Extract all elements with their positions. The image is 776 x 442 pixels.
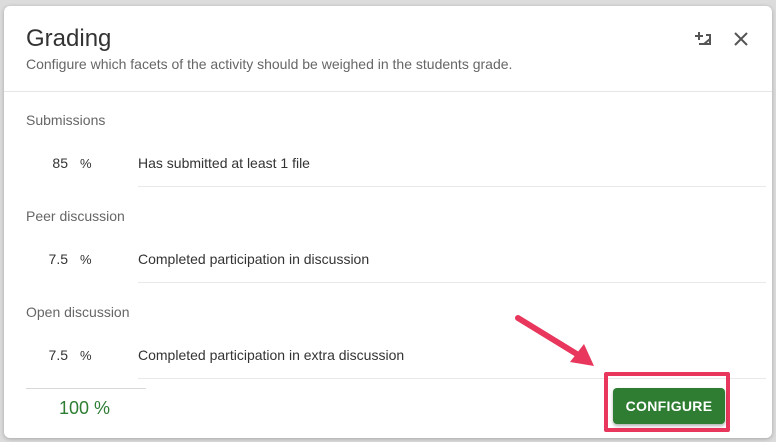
percent-sign: % (80, 252, 92, 267)
section-label-submissions: Submissions (26, 112, 106, 128)
facet-description: Completed participation in extra discuss… (138, 347, 405, 363)
dialog-subtitle: Configure which facets of the activity s… (26, 56, 513, 72)
close-icon[interactable] (728, 26, 754, 52)
percent-sign: % (80, 348, 92, 363)
percent-sign: % (80, 156, 92, 171)
facet-description: Has submitted at least 1 file (138, 155, 310, 171)
row-divider (138, 186, 766, 187)
weight-input[interactable]: 7.5 (26, 251, 68, 267)
facet-row-peer-discussion: 7.5 % Completed participation in discuss… (26, 237, 766, 283)
section-label-peer-discussion: Peer discussion (26, 208, 125, 224)
row-divider (138, 282, 766, 283)
configure-button[interactable]: CONFIGURE (613, 388, 725, 424)
annotation-arrow-icon (515, 315, 594, 366)
total-weight: 100 % (59, 398, 111, 418)
dialog-title: Grading (26, 25, 112, 52)
facet-description: Completed participation in discussion (138, 251, 370, 267)
dialog-header: Grading Configure which facets of the ac… (4, 6, 772, 92)
weight-input[interactable]: 7.5 (26, 347, 68, 363)
grading-dialog: Grading Configure which facets of the ac… (4, 6, 772, 438)
total-divider (26, 388, 146, 389)
facet-row-submissions: 85 % Has submitted at least 1 file (26, 141, 766, 187)
section-label-open-discussion: Open discussion (26, 304, 130, 320)
weight-input[interactable]: 85 (26, 155, 68, 171)
add-note-icon[interactable] (689, 26, 715, 52)
